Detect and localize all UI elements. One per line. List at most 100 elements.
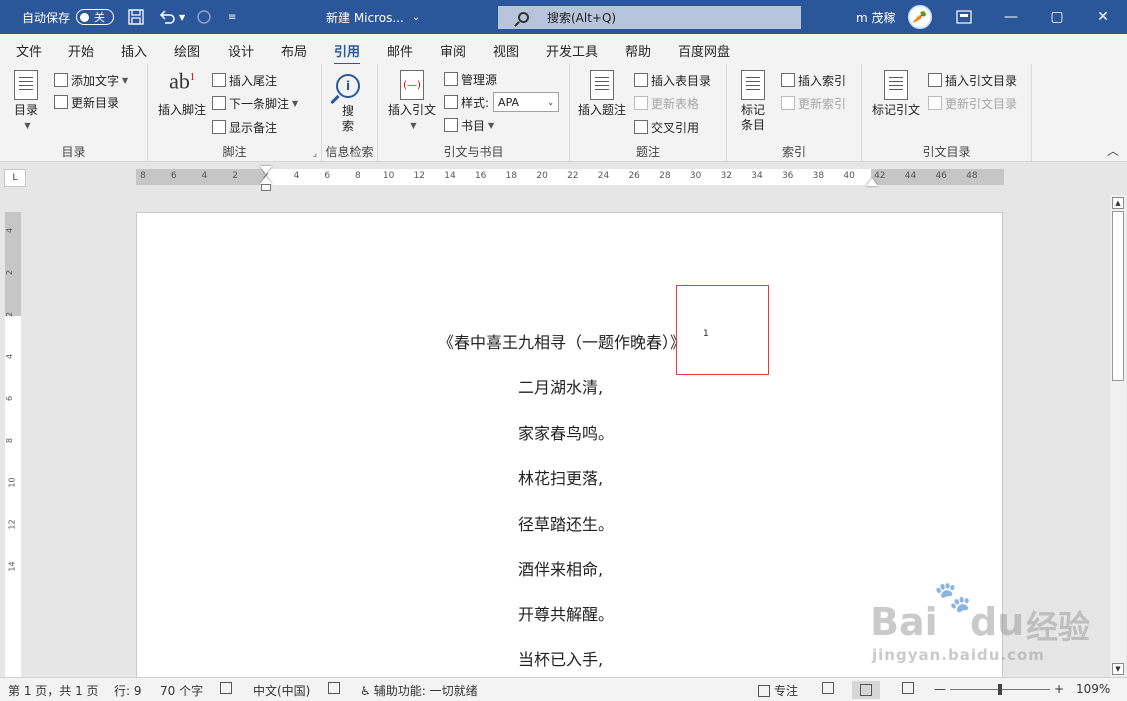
vertical-scrollbar[interactable]: ▲ ▼	[1110, 195, 1126, 677]
add-text-button[interactable]: 添加文字 ▼	[54, 70, 128, 90]
insert-toa-button[interactable]: 插入引文目录	[928, 70, 1017, 90]
update-index-icon	[781, 96, 795, 110]
zoom-slider[interactable]	[950, 684, 1050, 695]
redo-icon[interactable]	[196, 0, 212, 34]
cross-reference-button[interactable]: 交叉引用	[634, 117, 699, 137]
tab-selector[interactable]: L	[4, 169, 26, 187]
web-layout-icon[interactable]	[902, 682, 918, 694]
line-number[interactable]: 行: 9	[114, 682, 142, 699]
autosave-switch[interactable]: 关	[76, 9, 115, 25]
tab-draw[interactable]: 绘图	[174, 41, 200, 60]
group-citations: (—) 插入引文 ▼ 管理源 样式: APA ⌄ 书目 ▼ 引文与书目	[378, 64, 570, 162]
tab-references[interactable]: 引用	[334, 41, 361, 66]
insert-citation-button[interactable]: (—) 插入引文 ▼	[388, 70, 436, 133]
tab-baidu-netdisk[interactable]: 百度网盘	[678, 41, 730, 60]
user-account[interactable]: m 茂稼 🥕	[856, 0, 932, 34]
language[interactable]: 中文(中国)	[253, 682, 310, 699]
next-footnote-button[interactable]: 下一条脚注 ▼	[212, 93, 298, 113]
update-table-icon	[634, 96, 648, 110]
zoom-slider-thumb[interactable]	[998, 684, 1002, 695]
zoom-out-button[interactable]: —	[934, 682, 946, 696]
group-label-footnotes: 脚注	[222, 145, 247, 159]
ribbon-display-options-icon[interactable]	[956, 0, 972, 34]
dialog-launcher-icon[interactable]: ⌟	[313, 149, 317, 159]
search-input[interactable]: 搜索(Alt+Q)	[498, 6, 801, 29]
add-text-icon	[54, 73, 68, 87]
tab-help[interactable]: 帮助	[625, 41, 651, 60]
update-toc-icon	[54, 95, 68, 109]
show-notes-button[interactable]: 显示备注	[212, 117, 277, 137]
tab-review[interactable]: 审阅	[440, 41, 466, 60]
autosave-toggle[interactable]: 自动保存 关	[22, 0, 115, 34]
toc-button[interactable]: 目录 ▼	[14, 70, 38, 133]
focus-mode[interactable]: 专注	[758, 682, 798, 699]
indent-marker[interactable]	[260, 166, 272, 194]
ruler-tick-label: 48	[966, 171, 978, 181]
ruler-tick-label: 14	[444, 171, 456, 181]
tab-developer[interactable]: 开发工具	[546, 41, 598, 60]
endnote-icon	[212, 73, 226, 87]
next-footnote-icon	[212, 96, 226, 110]
close-button[interactable]: ✕	[1080, 0, 1126, 34]
avatar[interactable]: 🥕	[907, 5, 932, 29]
tab-layout[interactable]: 布局	[281, 41, 307, 60]
footnote-ab-icon: ab1	[169, 68, 195, 94]
search-button[interactable]: i 搜 索	[336, 70, 360, 134]
ruler-tick-label: 36	[781, 171, 794, 181]
undo-icon[interactable]: ▼	[158, 0, 185, 34]
scroll-up-icon[interactable]: ▲	[1112, 197, 1124, 209]
mark-entry-button[interactable]: 标记 条目	[741, 70, 765, 133]
insert-footnote-button[interactable]: ab1 插入脚注	[158, 70, 206, 118]
citation-style: 样式: APA ⌄	[444, 92, 560, 112]
ruler-tick-label: 8	[140, 171, 146, 181]
right-indent-marker[interactable]	[866, 178, 878, 186]
update-toa-button[interactable]: 更新引文目录	[928, 93, 1017, 113]
group-toa: 标记引文 插入引文目录 更新引文目录 引文目录	[862, 64, 1032, 162]
update-index-button[interactable]: 更新索引	[781, 93, 846, 113]
maximize-button[interactable]: ▢	[1034, 0, 1080, 34]
document-title[interactable]: 新建 Micros... ⌄	[326, 0, 420, 34]
insert-index-button[interactable]: 插入索引	[781, 70, 846, 90]
style-select[interactable]: APA ⌄	[493, 92, 560, 112]
tab-design[interactable]: 设计	[228, 41, 254, 60]
insert-endnote-button[interactable]: 插入尾注	[212, 70, 277, 90]
word-count[interactable]: 70 个字	[160, 682, 203, 699]
proofing-icon[interactable]	[220, 682, 236, 694]
ruler-tick-label: 2	[5, 269, 15, 276]
tab-home[interactable]: 开始	[68, 41, 94, 60]
ruler-tick-label: 4	[5, 353, 15, 360]
tab-mailings[interactable]: 邮件	[387, 41, 413, 60]
tab-view[interactable]: 视图	[493, 41, 519, 60]
insert-caption-icon	[590, 70, 614, 100]
print-layout-icon[interactable]	[852, 681, 880, 699]
update-toc-button[interactable]: 更新目录	[54, 92, 119, 112]
update-table-button[interactable]: 更新表格	[634, 93, 699, 113]
track-changes-icon[interactable]	[328, 682, 344, 694]
read-mode-icon[interactable]	[822, 682, 838, 694]
scroll-down-icon[interactable]: ▼	[1112, 663, 1124, 675]
customize-qat-icon[interactable]: ≡	[228, 0, 236, 34]
zoom-in-button[interactable]: +	[1054, 682, 1064, 696]
mark-citation-button[interactable]: 标记引文	[872, 70, 920, 118]
collapse-ribbon-icon[interactable]: ︿	[1107, 142, 1119, 159]
page-count[interactable]: 第 1 页，共 1 页	[8, 682, 99, 699]
insert-table-of-figures-button[interactable]: 插入表目录	[634, 70, 711, 90]
minimize-button[interactable]: —	[988, 0, 1034, 34]
zoom-level[interactable]: 109%	[1076, 682, 1110, 696]
accessibility-status[interactable]: ♿ 辅助功能: 一切就绪	[360, 682, 478, 699]
ruler-tick-label: 14	[7, 561, 17, 572]
ruler-tick-label: 4	[293, 171, 300, 181]
insert-citation-icon: (—)	[400, 70, 424, 100]
save-icon[interactable]	[128, 0, 144, 34]
tab-insert[interactable]: 插入	[121, 41, 147, 60]
ruler-tick-label: 28	[659, 171, 671, 181]
highlight-box	[676, 285, 769, 375]
bibliography-button[interactable]: 书目 ▼	[444, 115, 494, 135]
vertical-ruler[interactable]: 4 2 2 4 6 8 10 12 14	[5, 212, 21, 677]
insert-caption-button[interactable]: 插入题注	[578, 70, 626, 118]
show-notes-icon	[212, 120, 226, 134]
chevron-down-icon: ⌄	[547, 97, 555, 107]
scrollbar-thumb[interactable]	[1112, 211, 1124, 381]
tab-file[interactable]: 文件	[16, 41, 42, 60]
manage-sources-button[interactable]: 管理源	[444, 69, 497, 89]
